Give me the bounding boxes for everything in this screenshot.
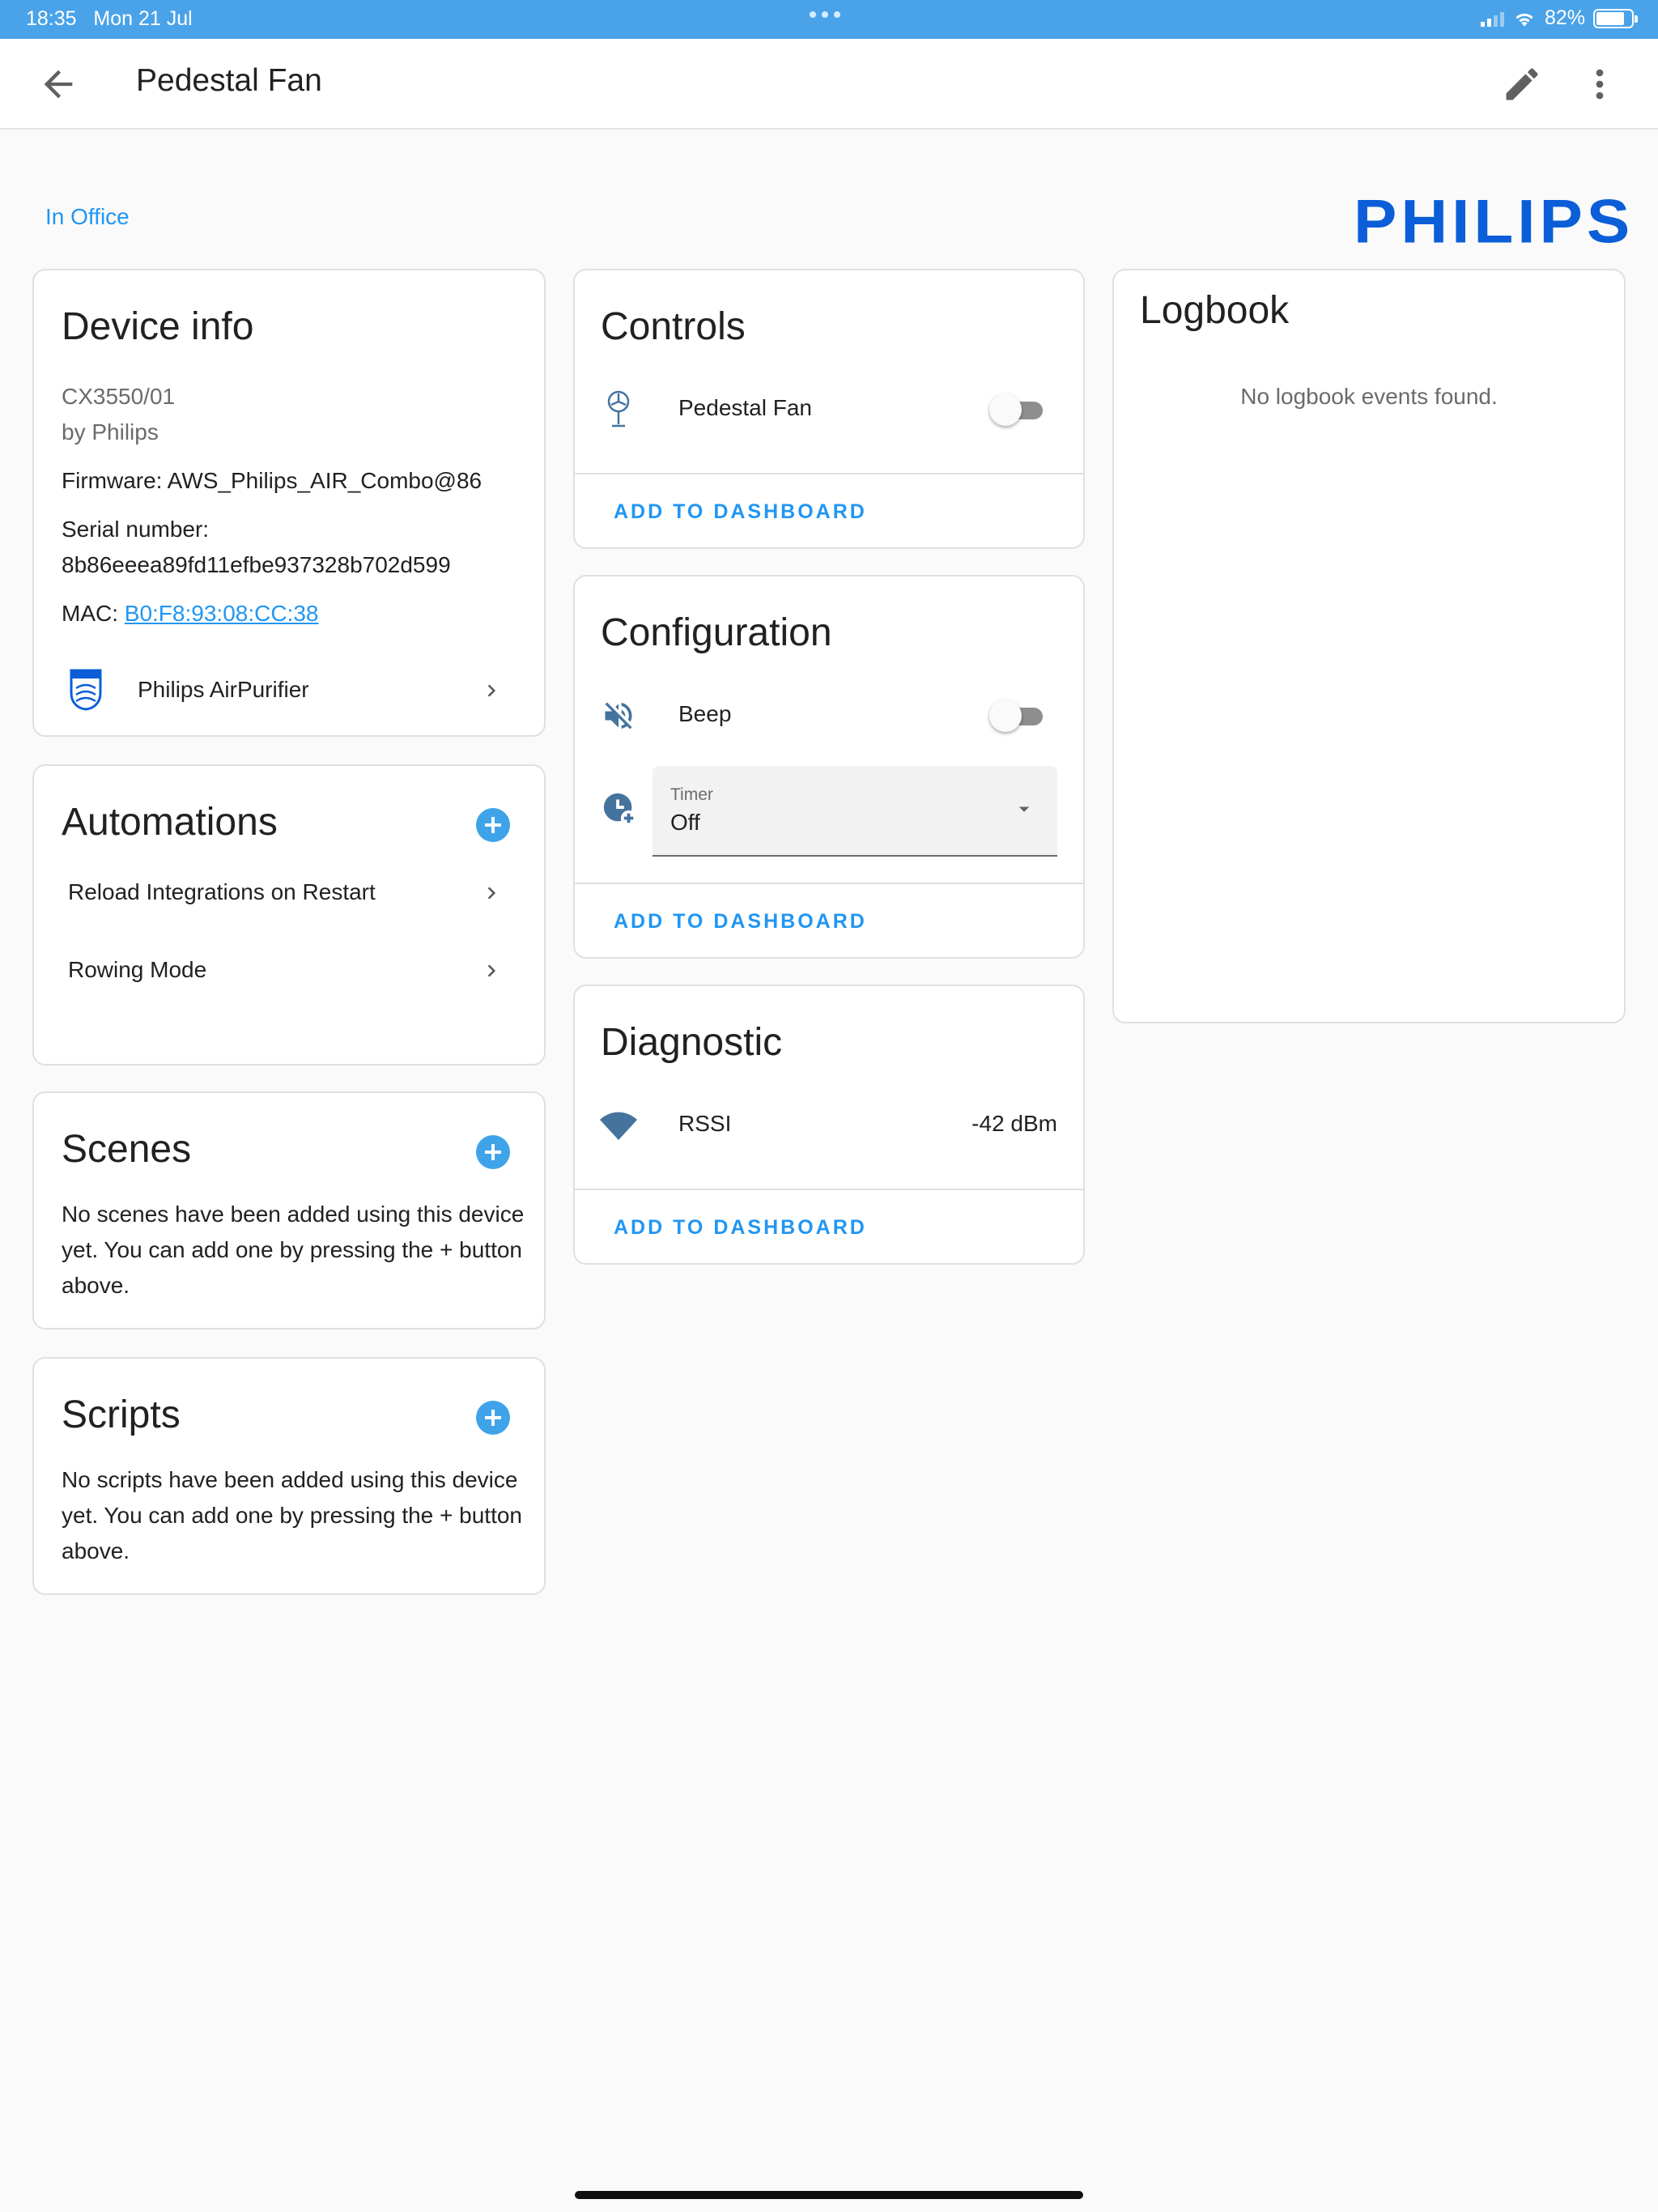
logbook-empty-text: No logbook events found. — [1240, 384, 1498, 409]
scripts-card: Scripts No scripts have been added using… — [32, 1357, 546, 1595]
device-manufacturer: by Philips — [62, 419, 159, 445]
entity-row[interactable]: Pedestal Fan — [575, 377, 1083, 442]
divider — [575, 1189, 1083, 1190]
page-title: Pedestal Fan — [136, 63, 322, 98]
add-to-dashboard-button[interactable]: ADD TO DASHBOARD — [614, 910, 867, 934]
scripts-title: Scripts — [62, 1393, 181, 1436]
add-script-button[interactable] — [476, 1401, 510, 1435]
add-scene-button[interactable] — [476, 1135, 510, 1169]
wifi-strength-icon — [600, 1112, 637, 1140]
mac-row: MAC: B0:F8:93:08:CC:38 — [62, 601, 318, 627]
scenes-empty-text: No scenes have been added using this dev… — [62, 1202, 525, 1298]
automations-title: Automations — [62, 801, 278, 844]
automation-label: Rowing Mode — [68, 957, 207, 982]
timer-clock-icon — [603, 793, 637, 827]
automation-label: Reload Integrations on Restart — [68, 879, 376, 904]
automations-card: Automations Reload Integrations on Resta… — [32, 764, 546, 1066]
integration-label: Philips AirPurifier — [138, 677, 309, 702]
cellular-signal-icon — [1480, 11, 1504, 27]
add-to-dashboard-button[interactable]: ADD TO DASHBOARD — [614, 500, 867, 524]
scripts-empty-text: No scripts have been added using this de… — [62, 1467, 522, 1563]
configuration-card: Configuration Beep Timer Off ADD TO DASH… — [573, 575, 1085, 959]
divider — [575, 473, 1083, 474]
beep-label: Beep — [678, 701, 732, 726]
scenes-card: Scenes No scenes have been added using t… — [32, 1091, 546, 1329]
device-model: CX3550/01 — [62, 384, 176, 409]
logbook-card: Logbook No logbook events found. — [1112, 269, 1626, 1023]
device-info-card: Device info CX3550/01 by Philips Firmwar… — [32, 269, 546, 737]
dots-vertical-icon[interactable] — [1579, 63, 1621, 105]
rssi-value: -42 dBm — [971, 1111, 1057, 1136]
add-to-dashboard-button[interactable]: ADD TO DASHBOARD — [614, 1216, 867, 1240]
arrow-left-icon[interactable] — [37, 63, 79, 105]
controls-title: Controls — [601, 305, 746, 348]
device-firmware: Firmware: AWS_Philips_AIR_Combo@86 — [62, 468, 483, 493]
beep-row[interactable]: Beep — [575, 683, 1083, 748]
integration-row[interactable]: Philips AirPurifier — [34, 659, 544, 725]
mac-label: MAC: — [62, 601, 118, 626]
add-automation-button[interactable] — [476, 808, 510, 842]
configuration-title: Configuration — [601, 611, 832, 654]
divider — [575, 883, 1083, 884]
entity-label: Pedestal Fan — [678, 395, 812, 420]
diagnostic-title: Diagnostic — [601, 1021, 783, 1064]
beep-toggle[interactable] — [989, 700, 1044, 732]
timer-select-value: Off — [670, 810, 700, 835]
chevron-right-icon — [487, 684, 495, 697]
automation-item[interactable]: Rowing Mode — [34, 939, 544, 1004]
battery-icon — [1593, 8, 1638, 28]
mac-link[interactable]: B0:F8:93:08:CC:38 — [125, 601, 319, 626]
status-time: 18:35 Mon 21 Jul — [26, 7, 193, 30]
chevron-right-icon — [487, 887, 495, 900]
automation-item[interactable]: Reload Integrations on Restart — [34, 861, 544, 926]
serial-value: 8b86eeea89fd11efbe937328b702d599 — [62, 552, 451, 577]
pencil-icon[interactable] — [1501, 63, 1543, 105]
home-indicator[interactable] — [575, 2191, 1083, 2199]
rssi-row[interactable]: RSSI -42 dBm — [575, 1093, 1083, 1158]
diagnostic-card: Diagnostic RSSI -42 dBm ADD TO DASHBOARD — [573, 985, 1085, 1265]
scenes-title: Scenes — [62, 1128, 192, 1171]
pedestal-fan-toggle[interactable] — [989, 393, 1044, 426]
logbook-title: Logbook — [1140, 289, 1290, 332]
timer-select[interactable]: Timer Off — [653, 766, 1057, 857]
serial-label: Serial number: — [62, 517, 210, 542]
philips-shield-icon — [70, 669, 102, 711]
timer-select-label: Timer — [670, 785, 713, 804]
status-date: Mon 21 Jul — [93, 7, 193, 30]
wifi-icon — [1516, 13, 1533, 27]
rssi-label: RSSI — [678, 1111, 732, 1136]
battery-percent: 82% — [1544, 6, 1585, 29]
device-info-title: Device info — [62, 305, 254, 348]
volume-off-icon — [605, 702, 632, 730]
multitasking-dots-icon[interactable] — [810, 11, 840, 18]
fan-icon — [607, 390, 630, 428]
dropdown-arrow-icon — [1018, 806, 1030, 812]
controls-card: Controls Pedestal Fan ADD TO DASHBOARD — [573, 269, 1085, 549]
brand-logo: PHILIPS — [1354, 187, 1635, 256]
top-app-bar: Pedestal Fan — [0, 39, 1658, 130]
chevron-right-icon — [487, 964, 495, 977]
status-bar: 18:35 Mon 21 Jul 82% — [0, 0, 1658, 39]
area-link[interactable]: In Office — [45, 204, 130, 230]
